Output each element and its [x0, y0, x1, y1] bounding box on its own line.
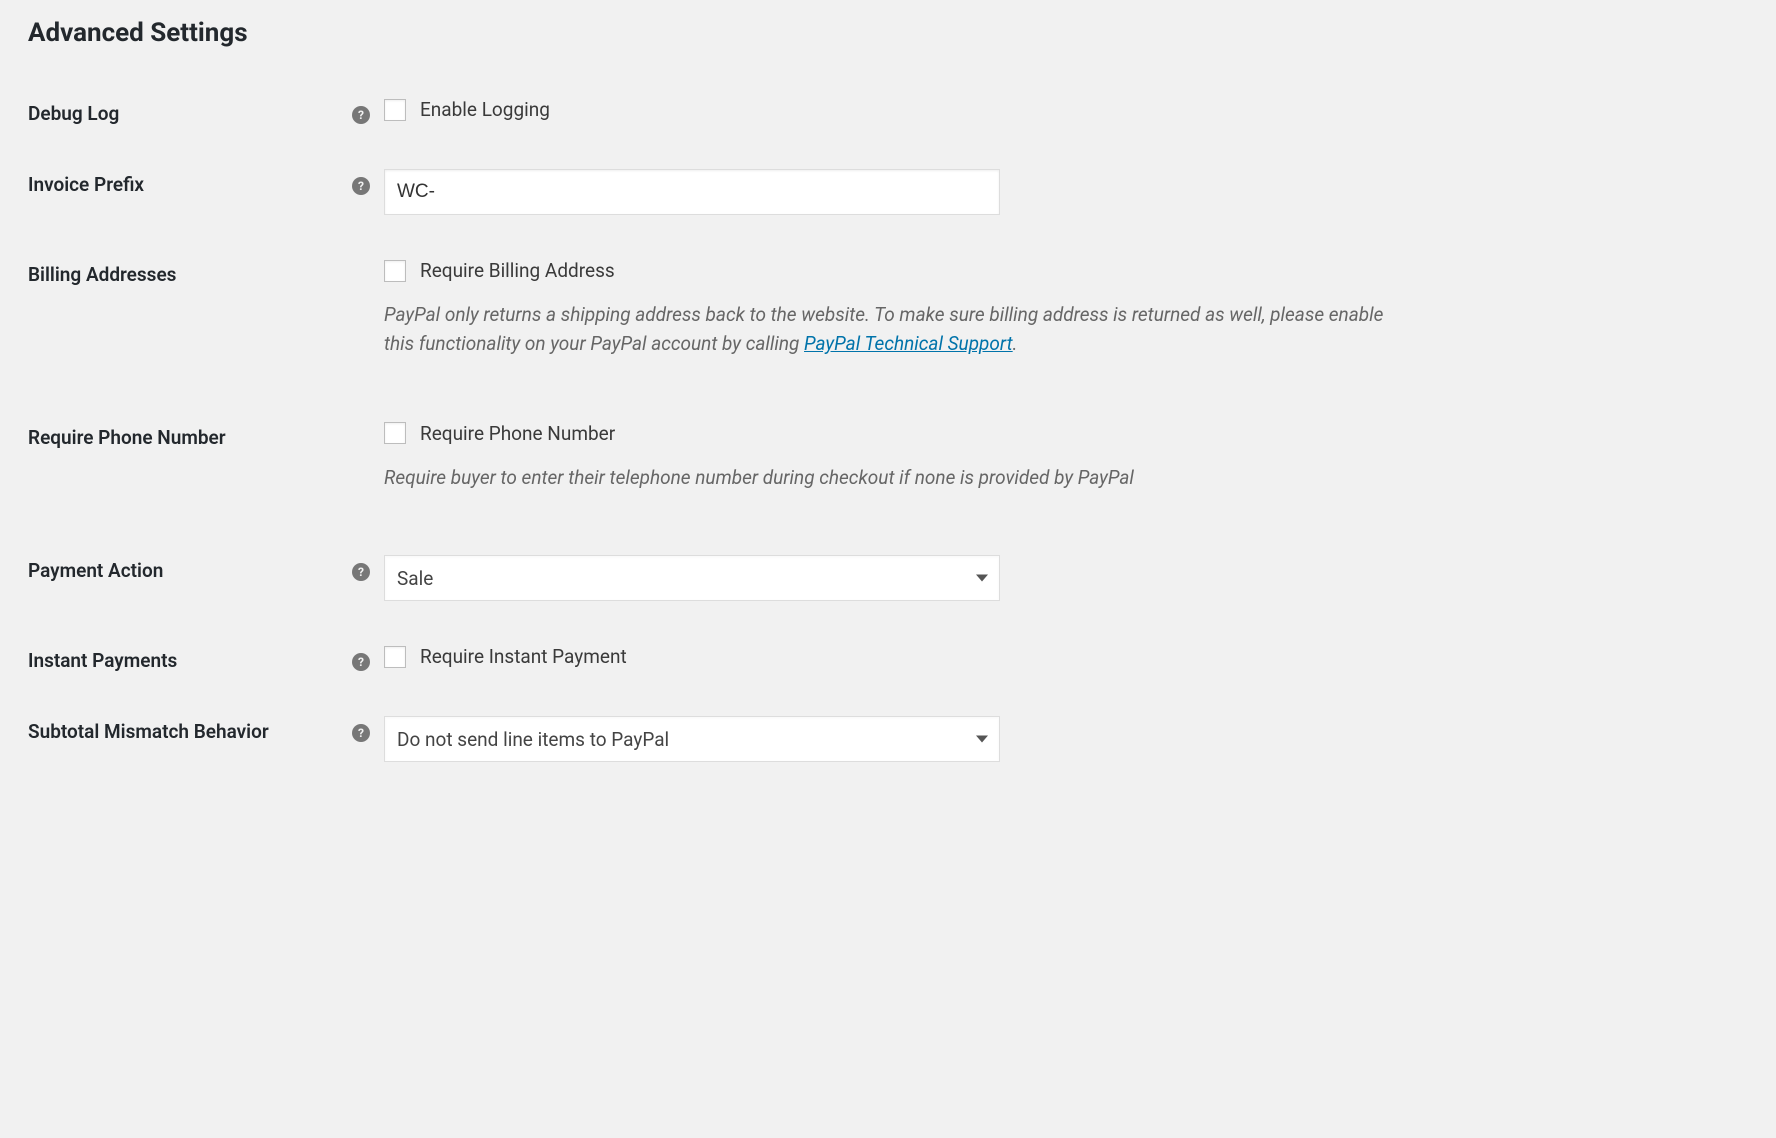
select-display-payment-action: Sale	[384, 555, 1000, 601]
select-display-subtotal-mismatch: Do not send line items to PayPal	[384, 716, 1000, 762]
checkbox-enable-logging[interactable]	[384, 99, 406, 121]
input-invoice-prefix[interactable]	[384, 169, 1000, 215]
help-icon[interactable]: ?	[352, 724, 370, 742]
checkbox-require-instant-payment[interactable]	[384, 646, 406, 668]
checkbox-label-require-instant-payment: Require Instant Payment	[420, 645, 627, 668]
link-paypal-support[interactable]: PayPal Technical Support	[804, 332, 1013, 355]
row-subtotal-mismatch: Subtotal Mismatch Behavior ? Do not send…	[28, 696, 1748, 786]
checkbox-require-phone[interactable]	[384, 422, 406, 444]
select-payment-action[interactable]: Sale	[384, 555, 1000, 601]
row-instant-payments: Instant Payments ? Require Instant Payme…	[28, 625, 1748, 696]
label-payment-action: Payment Action	[28, 535, 348, 625]
label-subtotal-mismatch: Subtotal Mismatch Behavior	[28, 696, 348, 786]
help-icon[interactable]: ?	[352, 177, 370, 195]
label-require-phone: Require Phone Number	[28, 402, 348, 535]
checkbox-label-require-billing-address: Require Billing Address	[420, 259, 615, 282]
description-require-phone: Require buyer to enter their telephone n…	[384, 463, 1404, 492]
desc-text-after: .	[1013, 332, 1018, 355]
row-invoice-prefix: Invoice Prefix ?	[28, 149, 1748, 239]
checkbox-require-billing-address[interactable]	[384, 260, 406, 282]
description-billing-addresses: PayPal only returns a shipping address b…	[384, 300, 1404, 359]
checkbox-label-require-phone: Require Phone Number	[420, 422, 615, 445]
row-billing-addresses: Billing Addresses Require Billing Addres…	[28, 239, 1748, 402]
help-icon[interactable]: ?	[352, 563, 370, 581]
select-subtotal-mismatch[interactable]: Do not send line items to PayPal	[384, 716, 1000, 762]
help-icon[interactable]: ?	[352, 653, 370, 671]
row-payment-action: Payment Action ? Sale	[28, 535, 1748, 625]
label-billing-addresses: Billing Addresses	[28, 239, 348, 402]
label-invoice-prefix: Invoice Prefix	[28, 149, 348, 239]
row-debug-log: Debug Log ? Enable Logging	[28, 78, 1748, 149]
checkbox-label-enable-logging: Enable Logging	[420, 98, 550, 121]
help-icon[interactable]: ?	[352, 106, 370, 124]
settings-table: Debug Log ? Enable Logging Invoice Prefi…	[28, 78, 1748, 786]
section-title: Advanced Settings	[28, 18, 1748, 48]
label-debug-log: Debug Log	[28, 78, 348, 149]
row-require-phone: Require Phone Number Require Phone Numbe…	[28, 402, 1748, 535]
label-instant-payments: Instant Payments	[28, 625, 348, 696]
